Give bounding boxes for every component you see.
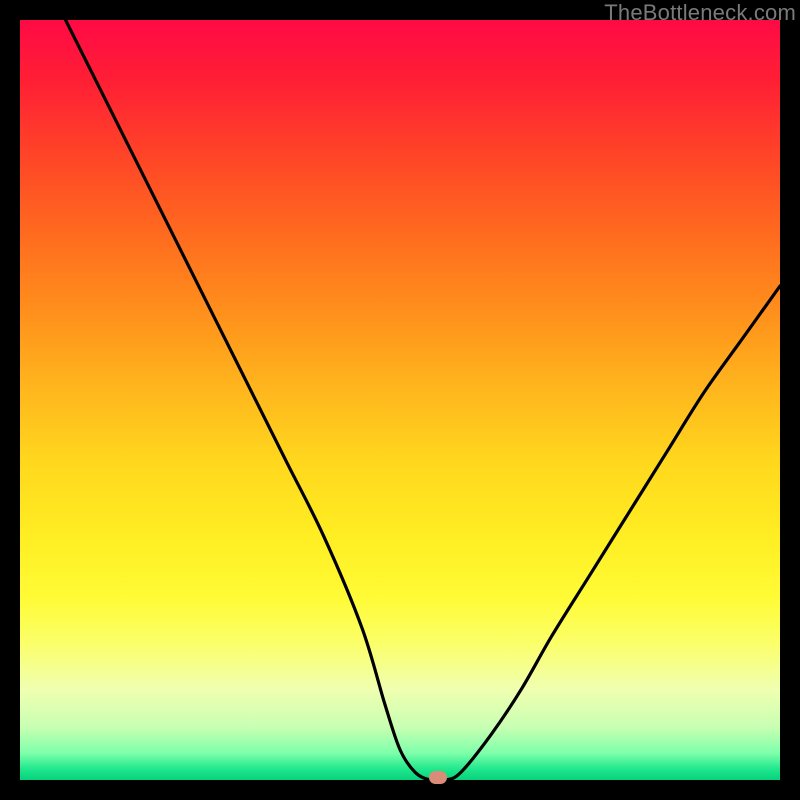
chart-frame: TheBottleneck.com [0, 0, 800, 800]
curve-svg [20, 20, 780, 780]
bottleneck-curve [66, 20, 780, 780]
optimal-point-marker [429, 771, 447, 784]
plot-area [20, 20, 780, 780]
